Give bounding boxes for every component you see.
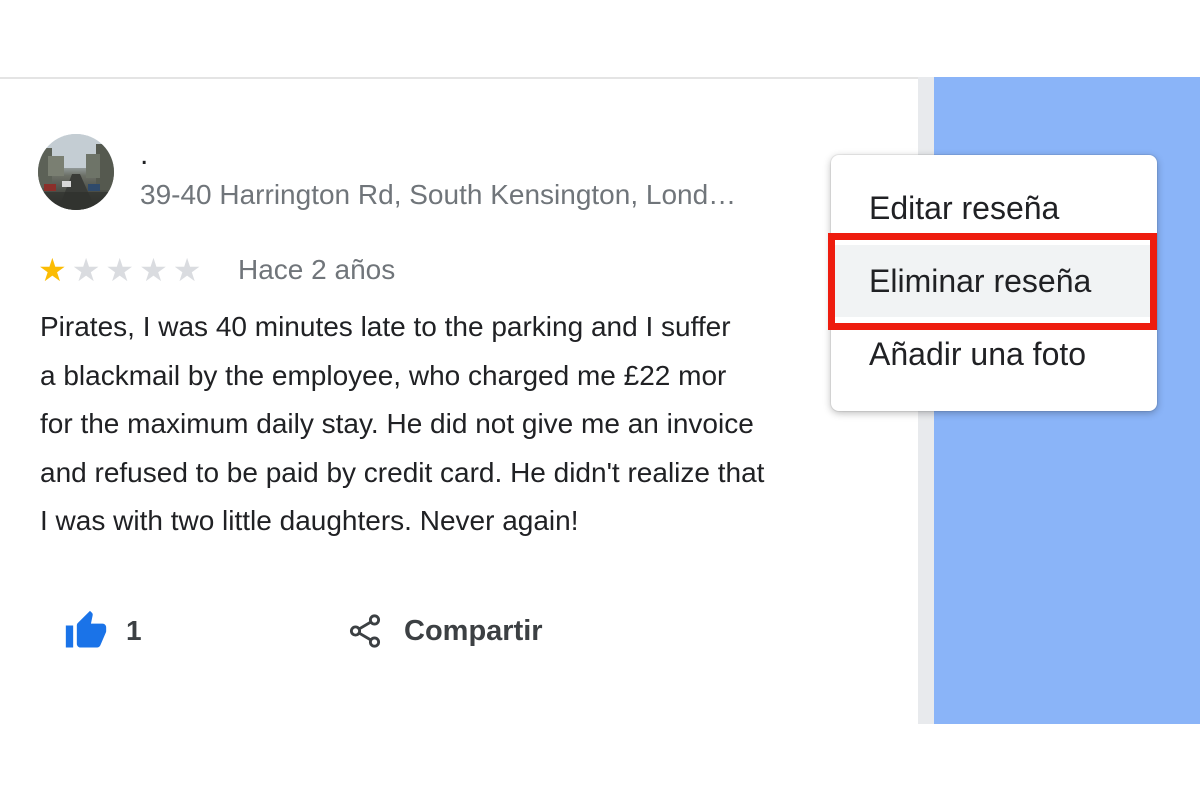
menu-item-add-photo[interactable]: Añadir una foto [831,318,1157,390]
star-icon: ★ [71,252,101,288]
like-count: 1 [126,615,142,646]
share-button[interactable]: Compartir [346,606,543,656]
star-icon: ★ [38,252,67,288]
share-icon [349,614,381,648]
bottom-background [0,724,1200,800]
share-label: Compartir [404,614,543,647]
thumbs-up-icon [65,610,107,648]
star-icon: ★ [105,252,135,288]
menu-item-delete-review[interactable]: Eliminar reseña [831,245,1157,317]
top-background [0,0,1200,77]
star-rating: ★ ★ ★ ★ ★ [38,252,206,288]
review-text: Pirates, I was 40 minutes late to the pa… [40,311,765,536]
avatar-street-photo [38,134,114,210]
review-date: Hace 2 años [238,254,396,285]
reviewer-name[interactable]: . [140,140,148,170]
reviewer-address[interactable]: 39-40 Harrington Rd, South Kensington, L… [140,178,810,212]
reviewer-avatar[interactable] [38,134,114,210]
menu-item-edit-review[interactable]: Editar reseña [831,172,1157,244]
like-button[interactable]: 1 [64,606,142,656]
star-icon: ★ [172,252,202,288]
star-icon: ★ [139,252,168,288]
review-options-menu: Editar reseña Eliminar reseña Añadir una… [831,155,1157,411]
